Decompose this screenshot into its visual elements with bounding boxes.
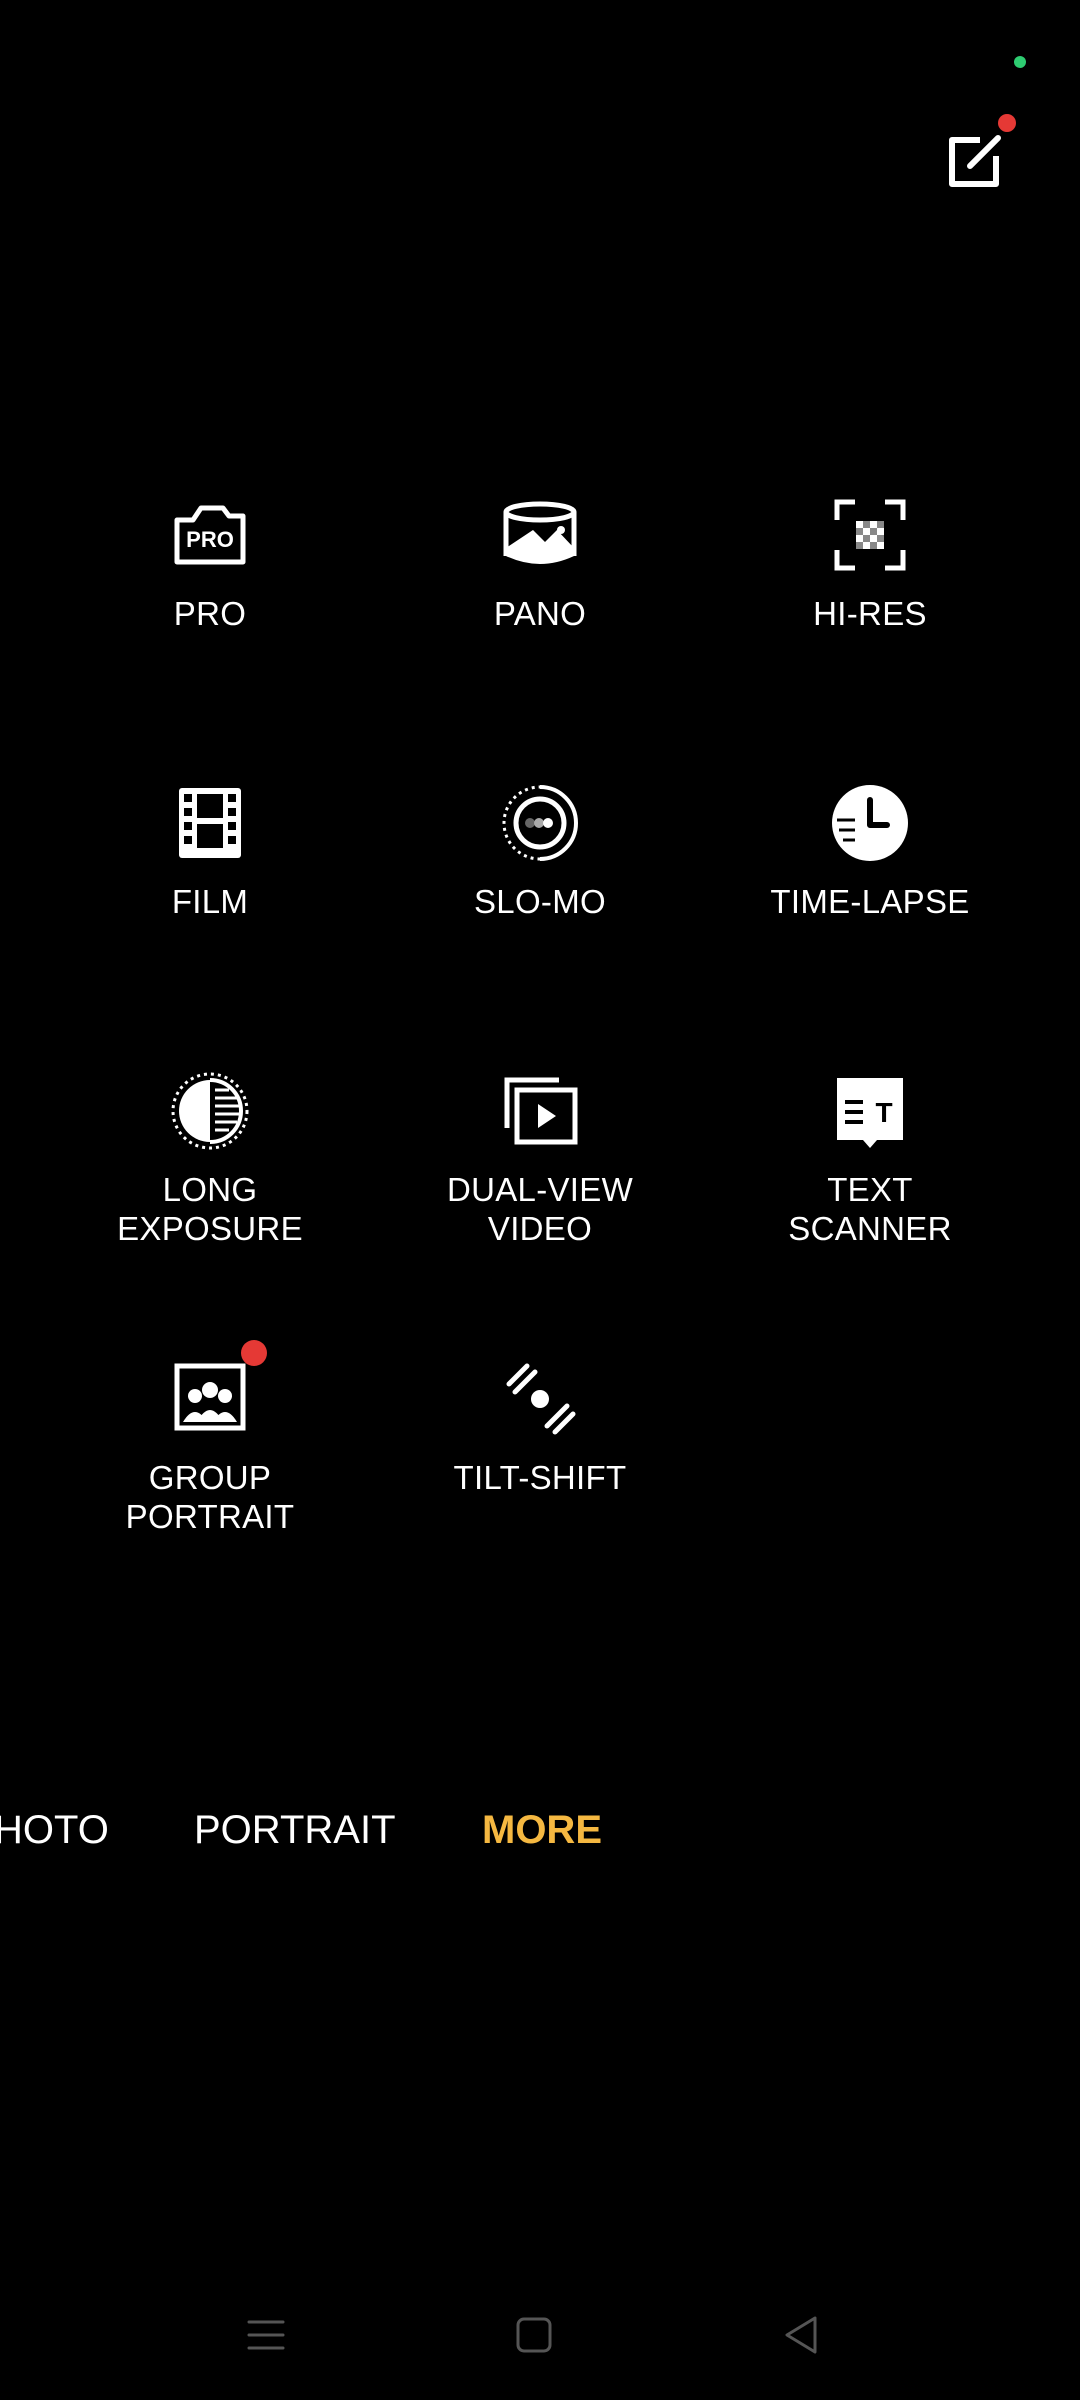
dual-view-video-icon xyxy=(495,1066,585,1156)
mode-long-exposure[interactable]: LONG EXPOSURE xyxy=(60,1066,360,1248)
recents-button[interactable] xyxy=(241,2310,291,2360)
mode-label: LONG EXPOSURE xyxy=(117,1171,303,1247)
mode-label: TILT-SHIFT xyxy=(453,1459,627,1496)
hi-res-icon xyxy=(825,490,915,580)
tab-portrait[interactable]: PORTRAIT xyxy=(194,1800,396,1860)
mode-slo-mo[interactable]: SLO-MO xyxy=(390,778,690,921)
pro-camera-icon: PRO xyxy=(165,490,255,580)
slow-motion-icon xyxy=(495,778,585,868)
back-icon xyxy=(785,2316,817,2354)
mode-time-lapse[interactable]: TIME-LAPSE xyxy=(720,778,1020,921)
mode-grid: PRO PRO PANO HI-RES FILM SLO-MO TIME-LAP… xyxy=(0,0,1080,1600)
mode-label: TEXT SCANNER xyxy=(788,1171,952,1247)
time-lapse-icon xyxy=(825,778,915,868)
mode-label: TIME-LAPSE xyxy=(770,883,970,920)
svg-text:T: T xyxy=(875,1097,892,1128)
mode-label: HI-RES xyxy=(813,595,927,632)
home-icon xyxy=(516,2317,552,2353)
tilt-shift-icon xyxy=(495,1354,585,1444)
mode-label: FILM xyxy=(171,883,249,920)
film-icon xyxy=(165,778,255,868)
mode-dual-view-video[interactable]: DUAL-VIEW VIDEO xyxy=(390,1066,690,1248)
mode-tilt-shift[interactable]: TILT-SHIFT xyxy=(390,1354,690,1497)
svg-text:PRO: PRO xyxy=(186,527,234,552)
home-button[interactable] xyxy=(509,2310,559,2360)
camera-mode-bar: HOTO PORTRAIT MORE xyxy=(0,1800,1080,1860)
mode-pano[interactable]: PANO xyxy=(390,490,690,633)
text-scanner-icon: T xyxy=(825,1066,915,1156)
mode-label: SLO-MO xyxy=(474,883,606,920)
panorama-icon xyxy=(495,490,585,580)
back-button[interactable] xyxy=(777,2310,827,2360)
tab-more[interactable]: MORE xyxy=(482,1800,602,1860)
mode-label: PRO xyxy=(173,595,247,632)
recents-icon xyxy=(247,2320,285,2350)
mode-group-portrait[interactable]: GROUP PORTRAIT xyxy=(60,1340,360,1536)
mode-label: DUAL-VIEW VIDEO xyxy=(446,1171,634,1247)
mode-hi-res[interactable]: HI-RES xyxy=(720,490,1020,633)
mode-film[interactable]: FILM xyxy=(60,778,360,921)
system-navigation-bar xyxy=(0,2290,1080,2380)
new-badge xyxy=(241,1340,267,1366)
mode-label: GROUP PORTRAIT xyxy=(125,1459,295,1535)
mode-text-scanner[interactable]: T TEXT SCANNER xyxy=(720,1066,1020,1248)
mode-label: PANO xyxy=(493,595,587,632)
mode-pro[interactable]: PRO PRO xyxy=(60,490,360,633)
tab-photo[interactable]: HOTO xyxy=(0,1800,109,1860)
long-exposure-icon xyxy=(165,1066,255,1156)
group-portrait-icon xyxy=(165,1340,267,1444)
